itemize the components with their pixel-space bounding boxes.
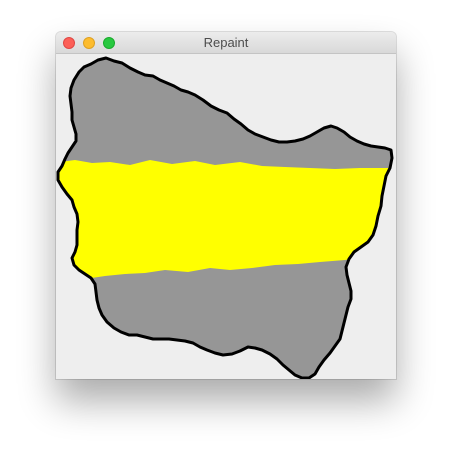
repaint-window: Repaint [56, 32, 396, 379]
canvas-area[interactable] [56, 54, 396, 379]
map-canvas [56, 56, 394, 379]
